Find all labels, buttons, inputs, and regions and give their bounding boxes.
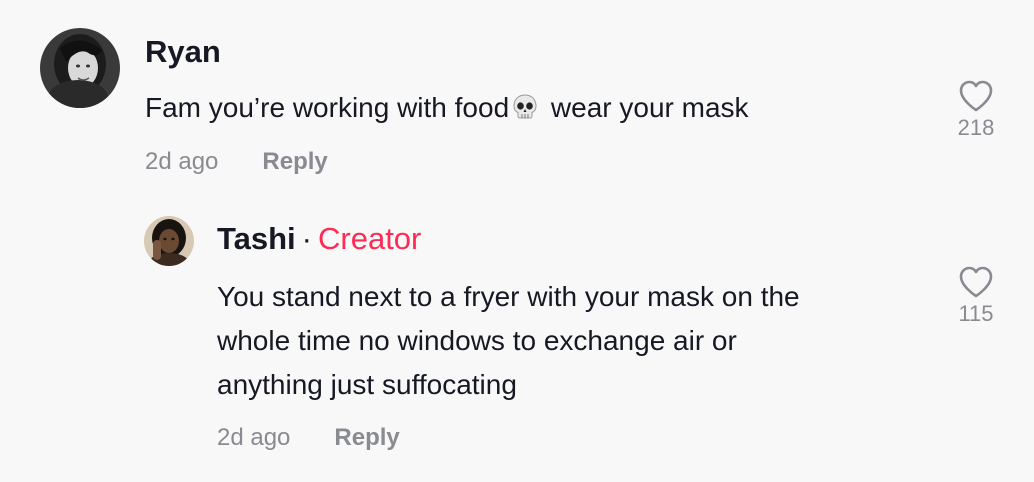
reply-item: Tashi · Creator You stand next to a fryer … bbox=[0, 200, 1034, 482]
creator-badge: Creator bbox=[318, 221, 422, 256]
comment-username[interactable]: Ryan bbox=[145, 34, 221, 70]
skull-emoji-icon bbox=[511, 90, 539, 134]
reply-text-line: whole time no windows to exchange air or bbox=[217, 325, 737, 356]
comment-text-part: Fam you’re working with food bbox=[145, 92, 510, 123]
reply-username[interactable]: Tashi bbox=[217, 221, 296, 256]
reply-meta: 2d ago Reply bbox=[217, 424, 400, 452]
heart-outline-icon bbox=[959, 266, 993, 298]
reply-age: 2d ago bbox=[217, 424, 291, 451]
reply-text: You stand next to a fryer with your mask… bbox=[217, 275, 800, 407]
like-count: 218 bbox=[957, 115, 995, 140]
like-count: 115 bbox=[958, 301, 994, 326]
comment-text-part: wear your mask bbox=[543, 92, 749, 123]
reply-button[interactable]: Reply bbox=[334, 424, 399, 451]
separator: · bbox=[301, 221, 312, 256]
comment-item: Ryan Fam you’re working with food wear y… bbox=[0, 0, 1034, 200]
comment-meta: 2d ago Reply bbox=[145, 148, 328, 176]
avatar[interactable] bbox=[144, 216, 194, 266]
heart-outline-icon bbox=[959, 80, 993, 112]
reply-button[interactable]: Reply bbox=[262, 148, 327, 175]
like-button[interactable]: 115 bbox=[941, 265, 1011, 327]
comment-age: 2d ago bbox=[145, 148, 219, 175]
reply-username-row: Tashi · Creator bbox=[217, 221, 421, 257]
reply-text-line: You stand next to a fryer with your mask… bbox=[217, 281, 800, 312]
avatar[interactable] bbox=[40, 28, 120, 108]
reply-text-line: anything just suffocating bbox=[217, 369, 517, 400]
like-button[interactable]: 218 bbox=[941, 79, 1011, 141]
comment-text: Fam you’re working with food wear your m… bbox=[145, 86, 749, 134]
